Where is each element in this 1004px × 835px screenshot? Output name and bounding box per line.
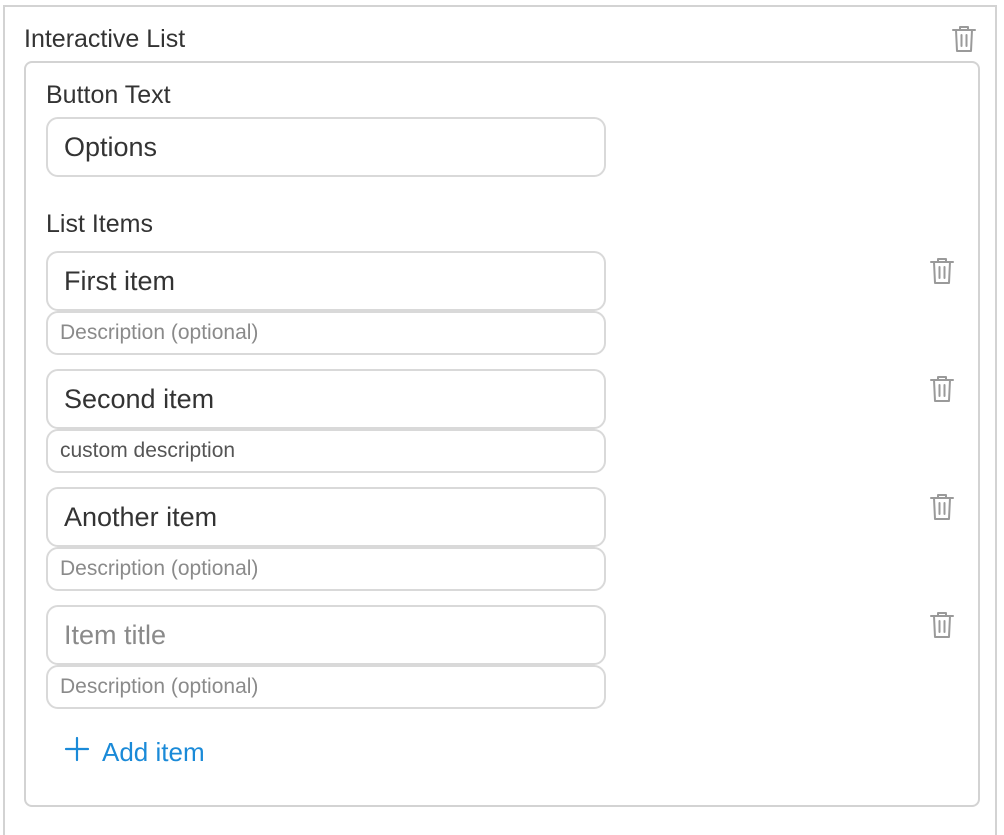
item-description-input[interactable] — [46, 311, 606, 355]
button-text-label: Button Text — [46, 81, 171, 109]
plus-icon — [64, 736, 90, 769]
item-description-input[interactable] — [46, 547, 606, 591]
delete-item-trash-icon[interactable] — [929, 493, 955, 521]
item-title-input[interactable] — [46, 369, 606, 429]
add-item-button[interactable]: Add item — [64, 734, 205, 770]
item-description-input[interactable] — [46, 429, 606, 473]
item-description-input[interactable] — [46, 665, 606, 709]
add-item-label: Add item — [102, 736, 205, 767]
item-title-input[interactable] — [46, 251, 606, 311]
delete-item-trash-icon[interactable] — [929, 257, 955, 285]
item-title-input[interactable] — [46, 487, 606, 547]
section-title: Interactive List — [24, 25, 186, 53]
delete-section-trash-icon[interactable] — [951, 25, 977, 53]
delete-item-trash-icon[interactable] — [929, 611, 955, 639]
item-title-input[interactable] — [46, 605, 606, 665]
delete-item-trash-icon[interactable] — [929, 375, 955, 403]
list-items-label: List Items — [46, 210, 153, 238]
button-text-input[interactable] — [46, 117, 606, 177]
